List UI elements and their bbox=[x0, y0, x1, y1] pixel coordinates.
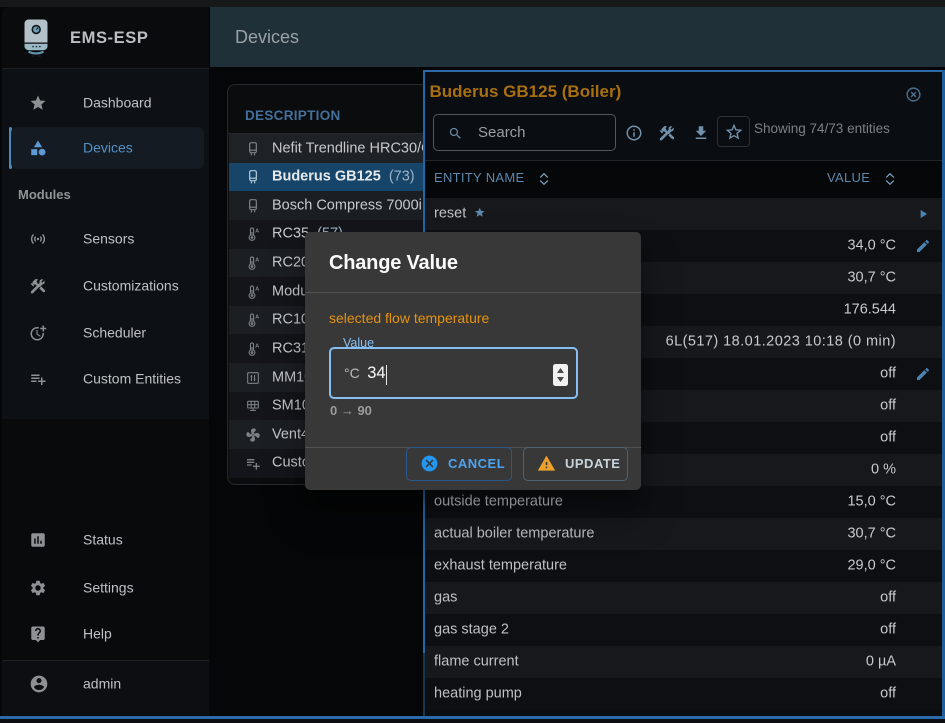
svg-text:A: A bbox=[255, 315, 259, 321]
svg-text:A: A bbox=[255, 257, 259, 263]
svg-text:A: A bbox=[255, 343, 259, 349]
svg-text:A: A bbox=[255, 229, 259, 235]
svg-text:A: A bbox=[255, 286, 259, 292]
